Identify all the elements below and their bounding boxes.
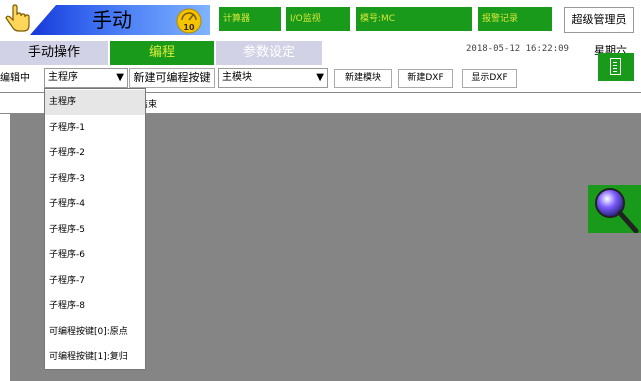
program-select[interactable]: 主程序 ▼: [44, 68, 128, 88]
new-programmable-key-button[interactable]: 新建可编程按键: [129, 68, 215, 88]
dropdown-arrow-icon: ▼: [316, 72, 324, 83]
new-dxf-button[interactable]: 新建DXF: [398, 69, 453, 88]
module-select-value: 主模块: [222, 72, 252, 83]
show-dxf-button[interactable]: 显示DXF: [462, 69, 517, 88]
dropdown-item[interactable]: 子程序-3: [45, 167, 145, 192]
tab-manual-operation[interactable]: 手动操作: [0, 41, 108, 65]
datetime-display: 2018-05-12 16:22:09: [466, 44, 569, 54]
mode-label: 手动: [92, 8, 132, 32]
model-number-button[interactable]: 模号:MC: [356, 7, 472, 31]
program-select-value: 主程序: [48, 72, 78, 83]
left-margin-strip: [0, 114, 10, 381]
editing-label: 编辑中: [0, 73, 30, 84]
calculator-button[interactable]: 计算器: [219, 7, 281, 31]
tab-programming[interactable]: 编程: [110, 41, 214, 65]
dropdown-item[interactable]: 子程序-4: [45, 192, 145, 217]
program-select-dropdown[interactable]: 主程序 子程序-1 子程序-2 子程序-3 子程序-4 子程序-5 子程序-6 子程序-7 子程…: [44, 88, 146, 370]
zoom-button[interactable]: [588, 185, 641, 234]
dropdown-item[interactable]: 子程序-5: [45, 218, 145, 243]
dropdown-item[interactable]: 子程序-7: [45, 269, 145, 294]
dropdown-item[interactable]: 可编程按键[0]:原点: [45, 320, 145, 345]
dropdown-item[interactable]: 主程序: [45, 90, 145, 115]
dropdown-item[interactable]: 可编程按键[1]:复归: [45, 345, 145, 370]
io-monitor-button[interactable]: I/O监视: [286, 7, 350, 31]
tab-parameter-settings[interactable]: 参数设定: [216, 41, 322, 65]
dropdown-item[interactable]: 子程序-8: [45, 294, 145, 319]
dropdown-item[interactable]: 子程序-6: [45, 243, 145, 268]
hand-pointer-icon[interactable]: [4, 4, 32, 34]
super-admin-button[interactable]: 超级管理员: [564, 7, 634, 33]
alarm-log-button[interactable]: 报警记录: [478, 7, 552, 31]
dropdown-item[interactable]: 子程序-1: [45, 116, 145, 141]
new-module-button[interactable]: 新建模块: [334, 69, 392, 88]
speed-gauge-icon[interactable]: 10: [176, 8, 202, 34]
dropdown-arrow-icon: ▼: [116, 72, 124, 83]
module-select[interactable]: 主模块 ▼: [218, 68, 328, 88]
speed-value: 10: [183, 23, 195, 32]
document-button[interactable]: [598, 53, 634, 81]
document-icon: [610, 58, 621, 75]
dropdown-item[interactable]: 子程序-2: [45, 141, 145, 166]
